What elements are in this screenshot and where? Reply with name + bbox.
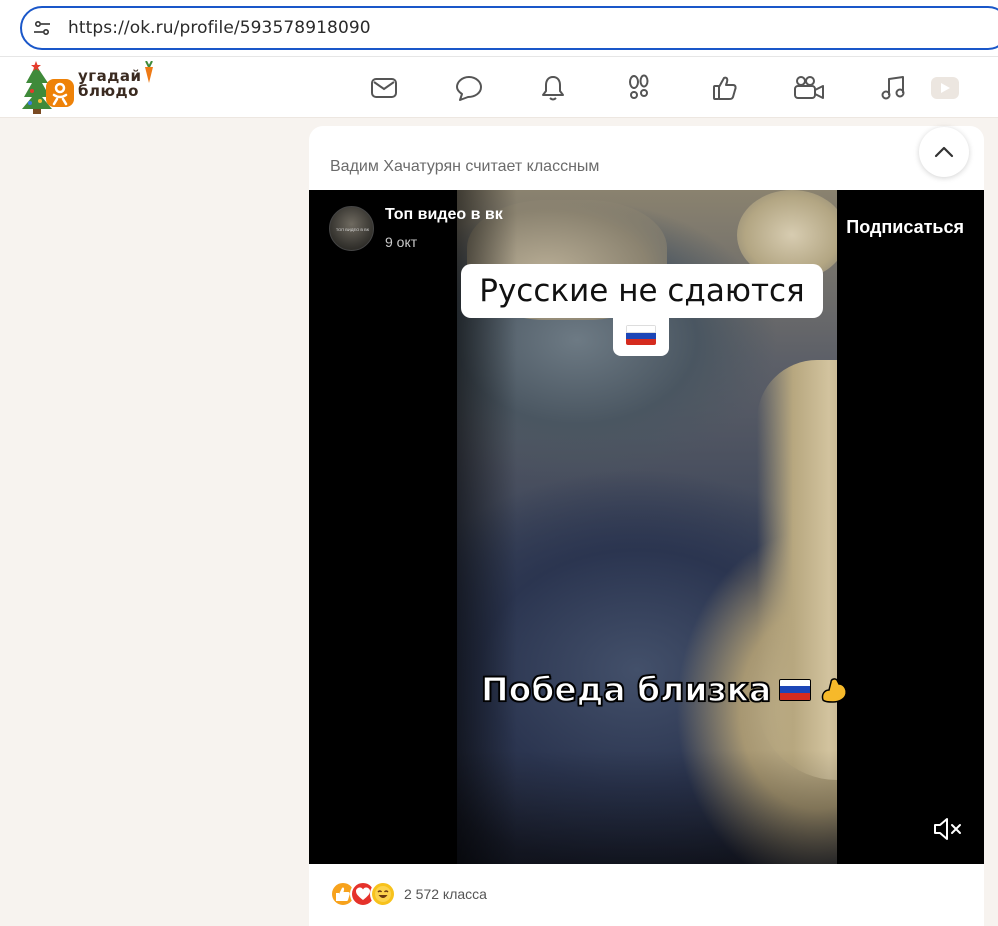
logo-text-line2: блюдо	[78, 82, 139, 100]
christmas-tree-ok-logo-icon	[22, 61, 74, 114]
url-text[interactable]: https://ok.ru/profile/593578918090	[68, 18, 371, 38]
site-header: угадай блюдо	[0, 56, 998, 118]
video-play-icon[interactable]	[928, 71, 962, 105]
site-settings-icon[interactable]	[32, 18, 52, 38]
caption-bottom-text: Победа близка	[480, 669, 772, 710]
likes-thumb-icon[interactable]	[708, 71, 742, 105]
post-header-text: Вадим Хачатурян считает классным	[330, 158, 600, 175]
chevron-up-icon	[934, 146, 954, 158]
browser-toolbar: https://ok.ru/profile/593578918090	[0, 0, 998, 56]
video-player[interactable]: ТОП ВИДЕО В ВК Топ видео в вк 9 окт Подп…	[309, 190, 984, 864]
russian-flag-icon	[626, 325, 656, 345]
bell-icon[interactable]	[536, 71, 570, 105]
video-caption-bottom: Победа близка	[480, 669, 849, 710]
guests-footprints-icon[interactable]	[622, 71, 656, 105]
music-note-icon[interactable]	[876, 71, 910, 105]
reactions-row[interactable]: 2 572 класса	[330, 880, 487, 908]
laugh-reaction-icon	[370, 881, 396, 907]
carrot-icon	[145, 61, 153, 83]
mail-icon[interactable]	[367, 71, 401, 105]
russian-flag-icon	[779, 678, 812, 701]
channel-name[interactable]: Топ видео в вк	[385, 206, 503, 224]
chat-icon[interactable]	[452, 71, 486, 105]
muted-speaker-icon	[934, 818, 961, 840]
video-vignette-bottom	[309, 750, 984, 864]
channel-avatar[interactable]: ТОП ВИДЕО В ВК	[329, 206, 374, 251]
address-bar[interactable]: https://ok.ru/profile/593578918090	[20, 6, 998, 50]
subscribe-button[interactable]: Подписаться	[846, 217, 964, 238]
video-caption-top: Русские не сдаются	[461, 264, 823, 318]
avatar-label: ТОП ВИДЕО В ВК	[335, 227, 370, 232]
flexed-biceps-icon	[822, 677, 848, 703]
scene-sleeve	[757, 360, 837, 780]
reactions-count[interactable]: 2 572 класса	[404, 886, 487, 902]
site-logo[interactable]: угадай блюдо	[22, 61, 162, 115]
video-camera-icon[interactable]	[792, 71, 826, 105]
logo-text: угадай блюдо	[78, 69, 141, 99]
collapse-button[interactable]	[919, 127, 969, 177]
caption-flag-box	[613, 314, 669, 356]
mute-toggle-button[interactable]	[931, 814, 965, 844]
post-date: 9 окт	[385, 234, 418, 250]
